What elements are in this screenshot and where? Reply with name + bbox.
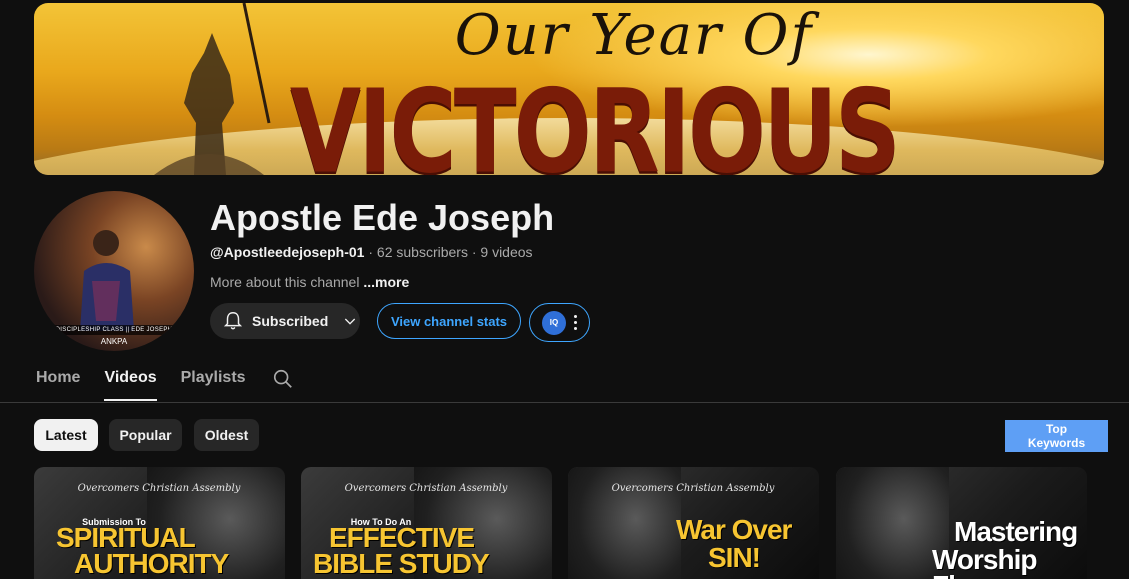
view-channel-stats-button[interactable]: View channel stats xyxy=(377,303,521,339)
search-icon[interactable] xyxy=(272,368,294,390)
more-options-icon[interactable] xyxy=(574,315,577,330)
subscribed-label: Subscribed xyxy=(252,313,329,329)
banner-title-line2: VICTORIOUS LIVING xyxy=(289,65,901,175)
thumbnail-org: Overcomers Christian Assembly xyxy=(77,483,241,494)
tabs-divider xyxy=(0,402,1129,403)
thumbnail-title-line2: SIN! xyxy=(708,542,761,573)
tab-videos[interactable]: Videos xyxy=(104,363,157,401)
channel-about[interactable]: More about this channel ...more xyxy=(210,274,409,290)
channel-stats-text: · 62 subscribers · 9 videos xyxy=(364,244,533,260)
bell-icon xyxy=(223,312,243,330)
top-keywords-line1: Top xyxy=(1045,422,1068,436)
top-keywords-button[interactable]: Top Keywords xyxy=(1005,420,1108,452)
avatar-person xyxy=(80,230,134,331)
thumbnail-title-line2: AUTHORITY xyxy=(74,548,229,579)
avatar-caption: DISCIPLESHIP CLASS || EDE JOSEPH xyxy=(34,325,194,335)
about-text: More about this channel xyxy=(210,274,364,290)
channel-meta: @Apostleedejoseph-01 · 62 subscribers · … xyxy=(210,244,533,260)
subscribed-button[interactable]: Subscribed xyxy=(210,303,360,339)
avatar-caption-location: ANKPA xyxy=(100,337,128,346)
chip-oldest[interactable]: Oldest xyxy=(194,419,259,451)
tab-home[interactable]: Home xyxy=(36,363,80,401)
channel-name: Apostle Ede Joseph xyxy=(210,197,555,238)
tab-playlists[interactable]: Playlists xyxy=(181,363,246,401)
chip-latest[interactable]: Latest xyxy=(34,419,98,451)
about-more-link[interactable]: ...more xyxy=(363,274,409,290)
thumbnail-org: Overcomers Christian Assembly xyxy=(611,483,775,494)
iq-icon: IQ xyxy=(542,310,566,335)
thumbnail-title-line1: War Over xyxy=(676,514,792,545)
banner-statue xyxy=(154,3,271,175)
extension-button[interactable]: IQ xyxy=(529,303,590,342)
channel-banner: Our Year Of VICTORIOUS LIVING xyxy=(34,3,1104,175)
video-thumbnail[interactable]: Mastering Worship Flow xyxy=(836,467,1087,579)
thumbnail-org: Overcomers Christian Assembly xyxy=(344,483,508,494)
thumbnail-title-line2: Worship Flow xyxy=(932,544,1037,579)
thumbnail-title-line1: Mastering xyxy=(954,516,1078,547)
video-thumbnail[interactable]: Overcomers Christian Assembly Submission… xyxy=(34,467,285,579)
thumbnail-title-line2: BIBLE STUDY xyxy=(313,548,490,579)
channel-tabs: Home Videos Playlists xyxy=(36,363,270,403)
top-keywords-line2: Keywords xyxy=(1027,436,1086,450)
video-thumbnail[interactable]: Overcomers Christian Assembly How To Do … xyxy=(301,467,552,579)
chip-popular[interactable]: Popular xyxy=(109,419,182,451)
channel-avatar[interactable]: DISCIPLESHIP CLASS || EDE JOSEPH ANKPA xyxy=(34,191,194,351)
video-thumbnail[interactable]: Overcomers Christian Assembly War Over S… xyxy=(568,467,819,579)
chevron-down-icon xyxy=(345,318,356,325)
banner-title-line1: Our Year Of xyxy=(454,3,814,68)
channel-handle: @Apostleedejoseph-01 xyxy=(210,244,365,260)
